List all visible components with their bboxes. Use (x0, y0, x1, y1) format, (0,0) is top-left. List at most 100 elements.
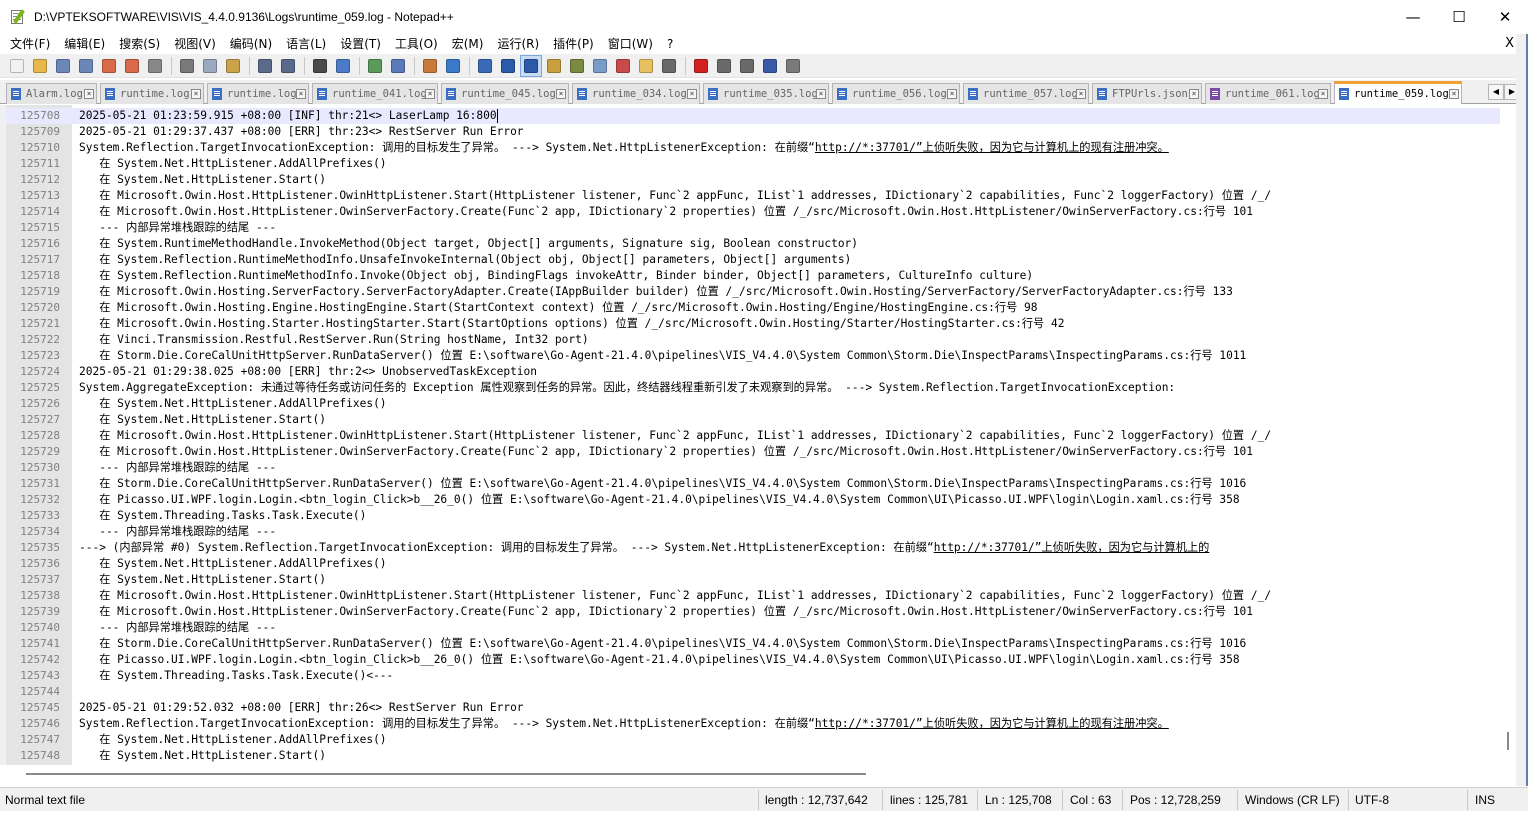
tab-0[interactable]: Alarm.log × (6, 83, 97, 104)
maximize-button[interactable]: ☐ (1436, 0, 1482, 34)
status-encoding[interactable]: UTF-8 (1355, 792, 1389, 808)
monitoring-button[interactable] (658, 55, 680, 77)
tab-3[interactable]: runtime_041.log × (312, 83, 438, 104)
code-line[interactable]: 125739 在 Microsoft.Owin.Host.HttpListene… (6, 604, 1500, 620)
menu-item-0[interactable]: 文件(F) (0, 34, 57, 54)
tab-scroll-left-button[interactable]: ◀ (1488, 84, 1504, 100)
sync-vertical-button[interactable] (419, 55, 441, 77)
copy-button[interactable] (199, 55, 221, 77)
url-link[interactable]: http://*:37701/”上侦听失败，因为它与计算机上的 (934, 541, 1210, 554)
folder-workspace-button[interactable] (635, 55, 657, 77)
notepadpp-app-icon[interactable] (10, 9, 26, 25)
code-line[interactable]: 125737 在 System.Net.HttpListener.Start() (6, 572, 1500, 588)
menu-item-8[interactable]: 宏(M) (445, 34, 491, 54)
code-line[interactable]: 125731 在 Storm.Die.CoreCalUnitHttpServer… (6, 476, 1500, 492)
code-line[interactable]: 125724 2025-05-21 01:29:38.025 +08:00 [ER… (6, 364, 1500, 380)
code-line[interactable]: 125729 在 Microsoft.Owin.Host.HttpListene… (6, 444, 1500, 460)
tab-10[interactable]: runtime_061.log × (1205, 83, 1331, 104)
run-macro-multiple-button[interactable] (759, 55, 781, 77)
code-line[interactable]: 125728 在 Microsoft.Owin.Host.HttpListene… (6, 428, 1500, 444)
save-button[interactable] (52, 55, 74, 77)
url-link[interactable]: http://*:37701/”上侦听失败，因为它与计算机上的现有注册冲突。 (815, 141, 1169, 154)
tab-close-icon[interactable]: × (1076, 89, 1086, 99)
open-file-button[interactable] (29, 55, 51, 77)
menu-item-3[interactable]: 视图(V) (167, 34, 223, 54)
tab-close-icon[interactable]: × (1318, 89, 1328, 99)
code-line[interactable]: 125740 --- 内部异常堆栈跟踪的结尾 --- (6, 620, 1500, 636)
menu-item-6[interactable]: 设置(T) (333, 34, 388, 54)
tab-close-icon[interactable]: × (296, 89, 306, 99)
code-line[interactable]: 125721 在 Microsoft.Owin.Hosting.Starter.… (6, 316, 1500, 332)
tab-close-icon[interactable]: × (1449, 89, 1459, 99)
code-line[interactable]: 125723 在 Storm.Die.CoreCalUnitHttpServer… (6, 348, 1500, 364)
code-line[interactable]: 125713 在 Microsoft.Owin.Host.HttpListene… (6, 188, 1500, 204)
code-line[interactable]: 125709 2025-05-21 01:29:37.437 +08:00 [ER… (6, 124, 1500, 140)
tab-close-icon[interactable]: × (191, 89, 201, 99)
tab-close-icon[interactable]: × (816, 89, 826, 99)
cut-button[interactable] (176, 55, 198, 77)
vertical-scroll-thumb[interactable] (1507, 732, 1509, 750)
doc-list-button[interactable] (589, 55, 611, 77)
code-line[interactable]: 125748 在 System.Net.HttpListener.Start() (6, 748, 1500, 764)
tab-close-icon[interactable]: × (947, 89, 957, 99)
code-line[interactable]: 125732 在 Picasso.UI.WPF.login.Login.<btn… (6, 492, 1500, 508)
replace-button[interactable] (332, 55, 354, 77)
tab-6[interactable]: runtime_035.log × (703, 83, 829, 104)
menu-item-5[interactable]: 语言(L) (279, 34, 333, 54)
code-line[interactable]: 125715 --- 内部异常堆栈跟踪的结尾 --- (6, 220, 1500, 236)
indent-guide-button[interactable] (520, 54, 542, 77)
code-line[interactable]: 125717 在 System.Reflection.RuntimeMethod… (6, 252, 1500, 268)
zoom-in-button[interactable] (364, 55, 386, 77)
show-all-chars-button[interactable] (497, 55, 519, 77)
menu-item-11[interactable]: 窗口(W) (601, 34, 660, 54)
code-line[interactable]: 125730 --- 内部异常堆栈跟踪的结尾 --- (6, 460, 1500, 476)
tab-close-icon[interactable]: × (556, 89, 566, 99)
code-line[interactable]: 125743 在 System.Threading.Tasks.Task.Exe… (6, 668, 1500, 684)
code-line[interactable]: 125738 在 Microsoft.Owin.Host.HttpListene… (6, 588, 1500, 604)
status-eol-format[interactable]: Windows (CR LF) (1245, 792, 1340, 808)
code-line[interactable]: 125720 在 Microsoft.Owin.Hosting.Engine.H… (6, 300, 1500, 316)
tab-8[interactable]: runtime_057.log × (963, 83, 1089, 104)
sync-horizontal-button[interactable] (442, 55, 464, 77)
record-macro-button[interactable] (690, 55, 712, 77)
tab-7[interactable]: runtime_056.log × (832, 83, 960, 104)
tab-2[interactable]: runtime.log × (207, 83, 309, 104)
word-wrap-button[interactable] (474, 55, 496, 77)
code-line[interactable]: 125718 在 System.Reflection.RuntimeMethod… (6, 268, 1500, 284)
play-macro-button[interactable] (736, 55, 758, 77)
code-line[interactable]: 125708 2025-05-21 01:23:59.915 +08:00 [IN… (6, 108, 1500, 124)
close-all-button[interactable] (121, 55, 143, 77)
code-line[interactable]: 125710 System.Reflection.TargetInvocation… (6, 140, 1500, 156)
code-line[interactable]: 125719 在 Microsoft.Owin.Hosting.ServerFa… (6, 284, 1500, 300)
code-line[interactable]: 125741 在 Storm.Die.CoreCalUnitHttpServer… (6, 636, 1500, 652)
code-line[interactable]: 125712 在 System.Net.HttpListener.Start() (6, 172, 1500, 188)
tab-close-icon[interactable]: × (84, 89, 94, 99)
tab-9[interactable]: FTPUrls.json × (1092, 83, 1202, 104)
code-line[interactable]: 125716 在 System.RuntimeMethodHandle.Invo… (6, 236, 1500, 252)
function-list-button[interactable] (612, 55, 634, 77)
tab-5[interactable]: runtime_034.log × (572, 83, 700, 104)
paste-button[interactable] (222, 55, 244, 77)
tab-11[interactable]: runtime_059.log × (1334, 81, 1462, 104)
editor-area[interactable]: 125708 2025-05-21 01:23:59.915 +08:00 [IN… (0, 105, 1500, 765)
tab-close-icon[interactable]: × (1189, 89, 1199, 99)
menu-item-1[interactable]: 编辑(E) (57, 34, 112, 54)
menu-item-10[interactable]: 插件(P) (546, 34, 601, 54)
code-line[interactable]: 125742 在 Picasso.UI.WPF.login.Login.<btn… (6, 652, 1500, 668)
menu-item-12[interactable]: ? (660, 34, 680, 54)
status-line-number[interactable]: Ln : 125,708 (985, 792, 1052, 808)
tab-4[interactable]: runtime_045.log × (441, 83, 569, 104)
save-all-button[interactable] (75, 55, 97, 77)
code-line[interactable]: 125747 在 System.Net.HttpListener.AddAllP… (6, 732, 1500, 748)
code-line[interactable]: 125711 在 System.Net.HttpListener.AddAllP… (6, 156, 1500, 172)
menu-item-7[interactable]: 工具(O) (388, 34, 445, 54)
code-line[interactable]: 125734 --- 内部异常堆栈跟踪的结尾 --- (6, 524, 1500, 540)
status-position[interactable]: Pos : 12,728,259 (1130, 792, 1221, 808)
close-document-button[interactable]: X (1505, 34, 1514, 54)
tab-close-icon[interactable]: × (425, 89, 435, 99)
redo-button[interactable] (277, 55, 299, 77)
close-file-button[interactable] (98, 55, 120, 77)
zoom-out-button[interactable] (387, 55, 409, 77)
close-window-button[interactable]: ✕ (1482, 0, 1528, 34)
undo-button[interactable] (254, 55, 276, 77)
